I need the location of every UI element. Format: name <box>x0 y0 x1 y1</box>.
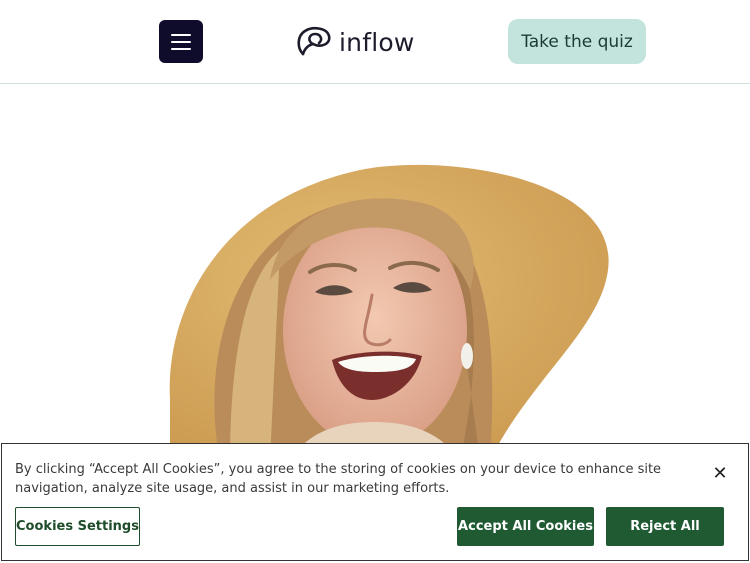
accept-all-cookies-button[interactable]: Accept All Cookies <box>457 507 594 546</box>
site-header: inflow Take the quiz <box>0 0 750 84</box>
take-quiz-button[interactable]: Take the quiz <box>508 19 646 64</box>
reject-all-button[interactable]: Reject All <box>606 507 724 546</box>
cookies-settings-button[interactable]: Cookies Settings <box>15 507 140 546</box>
menu-button[interactable] <box>159 20 203 63</box>
logo-text: inflow <box>339 27 415 57</box>
hero-portrait-image <box>169 164 609 460</box>
logo[interactable]: inflow <box>295 24 414 60</box>
page: inflow Take the quiz By clicking “Accept… <box>0 0 750 563</box>
cookie-consent-banner: By clicking “Accept All Cookies”, you ag… <box>1 443 749 561</box>
inflow-loop-logo-icon <box>297 26 331 56</box>
cookie-consent-text: By clicking “Accept All Cookies”, you ag… <box>15 462 662 496</box>
close-icon[interactable]: ✕ <box>708 461 732 485</box>
